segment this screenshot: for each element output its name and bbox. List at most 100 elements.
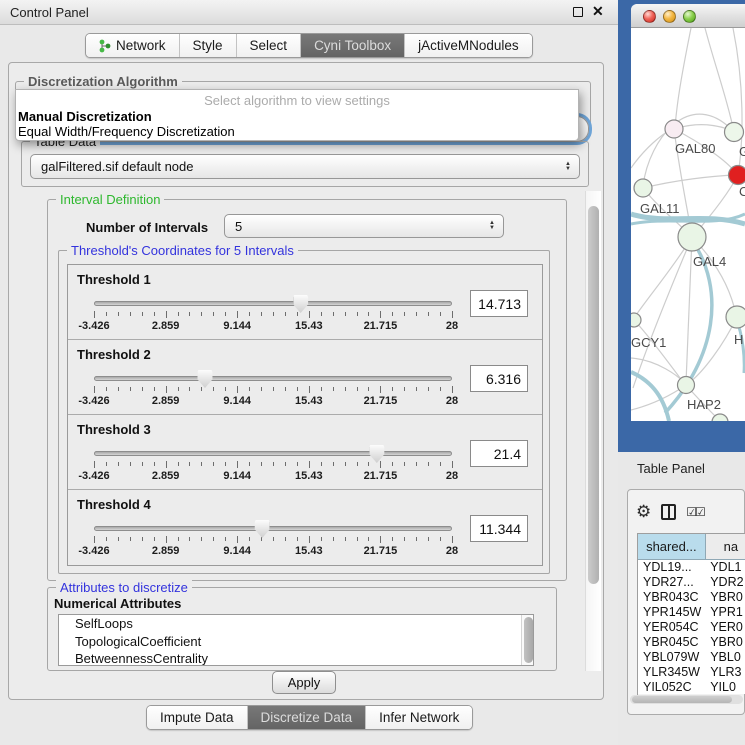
slider-track[interactable] (94, 376, 452, 381)
table-cell[interactable]: YIL0 (705, 679, 745, 694)
table-cell[interactable]: YBR0 (705, 634, 745, 649)
float-window-icon[interactable] (573, 7, 583, 17)
network-icon (99, 39, 111, 53)
tab-discretize-data[interactable]: Discretize Data (248, 706, 367, 729)
tab-select[interactable]: Select (237, 34, 302, 57)
tab-impute-data[interactable]: Impute Data (147, 706, 248, 729)
network-window-titlebar[interactable] (631, 4, 745, 28)
table-row[interactable]: YIL052CYIL0 (638, 679, 745, 694)
table-row[interactable]: YLR345WYLR3 (638, 664, 745, 679)
column-selector-icon[interactable] (661, 504, 676, 520)
tab-network[interactable]: Network (86, 34, 180, 57)
node-label: H (734, 332, 743, 347)
network-canvas[interactable]: GAL80GACGAL11GAL4GCY1HHAP2 (631, 28, 745, 421)
table-row[interactable]: YDR27...YDR2 (638, 574, 745, 589)
table-cell[interactable]: YDR27... (638, 574, 705, 589)
table-cell[interactable]: YLR345W (638, 664, 705, 679)
attribute-list-item[interactable]: TopologicalCoefficient (59, 633, 533, 651)
numerical-attributes-list[interactable]: SelfLoopsTopologicalCoefficientBetweenne… (58, 614, 534, 666)
minimize-traffic-light-icon[interactable] (663, 10, 676, 23)
node-label: GAL11 (640, 201, 680, 216)
close-traffic-light-icon[interactable] (643, 10, 656, 23)
node-label: GAL80 (675, 141, 715, 156)
network-node[interactable] (729, 166, 745, 185)
screenshot-root: Control Panel ✕ Network Style Select Cyn… (0, 0, 745, 745)
group-title: Threshold's Coordinates for 5 Intervals (67, 243, 298, 258)
tab-infer-network[interactable]: Infer Network (366, 706, 472, 729)
table-row[interactable]: YBL079WYBL0 (638, 649, 745, 664)
threshold-value-field[interactable]: 6.316 (470, 365, 528, 392)
table-cell[interactable]: YDL1 (705, 559, 745, 574)
gear-icon[interactable]: ⚙ (636, 504, 651, 520)
table-row[interactable]: YBR043CYBR0 (638, 589, 745, 604)
scrollbar-thumb[interactable] (588, 206, 599, 584)
table-cell[interactable]: YDL19... (638, 559, 705, 574)
threshold-value-field[interactable]: 11.344 (470, 515, 528, 542)
threshold-list: Threshold 1-3.4262.8599.14415.4321.71528… (67, 264, 543, 566)
table-cell[interactable]: YDR2 (705, 574, 745, 589)
scrollbar-thumb[interactable] (632, 696, 732, 703)
table-row[interactable]: YPR145WYPR1 (638, 604, 745, 619)
dropdown-item-manual-discretization[interactable]: Manual Discretization (18, 109, 574, 124)
table-cell[interactable]: YPR145W (638, 604, 705, 619)
slider-track[interactable] (94, 301, 452, 306)
table-cell[interactable]: YBL079W (638, 649, 705, 664)
table-data-combobox[interactable]: galFiltered.sif default node ▲▼ (30, 154, 580, 179)
threshold-row: Threshold 3 -3.4262.8599.14415.4321.71528… (68, 415, 542, 490)
network-node[interactable] (678, 377, 695, 394)
threshold-slider[interactable]: -3.4262.8599.14415.4321.71528 (94, 445, 452, 485)
apply-button[interactable]: Apply (272, 671, 336, 694)
close-icon[interactable]: ✕ (592, 3, 604, 20)
table-cell[interactable]: YLR3 (705, 664, 745, 679)
network-node[interactable] (725, 123, 744, 142)
threshold-row: Threshold 2-3.4262.8599.14415.4321.71528… (68, 340, 542, 415)
attributes-to-discretize-group: Attributes to discretize Numerical Attri… (47, 587, 557, 671)
table-cell[interactable]: YIL052C (638, 679, 705, 694)
threshold-value-field[interactable]: 21.4 (470, 440, 528, 467)
scrollbar-thumb[interactable] (524, 617, 533, 663)
threshold-row: Threshold 1-3.4262.8599.14415.4321.71528… (68, 265, 542, 340)
tab-style[interactable]: Style (180, 34, 237, 57)
threshold-slider[interactable]: -3.4262.8599.14415.4321.71528 (94, 370, 452, 410)
table-cell[interactable]: YER054C (638, 619, 705, 634)
threshold-label: Threshold 3 (77, 422, 151, 437)
dropdown-prompt: Select algorithm to view settings (16, 93, 578, 108)
threshold-slider[interactable]: -3.4262.8599.14415.4321.71528 (94, 520, 452, 560)
threshold-label: Threshold 4 (77, 497, 151, 512)
select-checkboxes-icon[interactable]: ☑☑ (686, 505, 704, 519)
dropdown-item-equal-width-frequency[interactable]: Equal Width/Frequency Discretization (18, 124, 574, 139)
slider-track[interactable] (94, 451, 452, 456)
slider-track[interactable] (94, 526, 452, 531)
attribute-list-item[interactable]: SelfLoops (59, 615, 533, 633)
attribute-list-item[interactable]: BetweennessCentrality (59, 650, 533, 666)
tab-jactivemnodules[interactable]: jActiveMNodules (405, 34, 532, 57)
table-column-header[interactable]: shared... (638, 534, 705, 559)
network-node[interactable] (726, 306, 745, 328)
table-cell[interactable]: YBR0 (705, 589, 745, 604)
network-node[interactable] (665, 120, 683, 138)
number-of-intervals-label: Number of Intervals (86, 220, 208, 235)
table-row[interactable]: YBR045CYBR0 (638, 634, 745, 649)
table-cell[interactable]: YBR043C (638, 589, 705, 604)
node-table[interactable]: shared...na YDL19...YDL1YDR27...YDR2YBR0… (637, 533, 745, 701)
table-cell[interactable]: YBR045C (638, 634, 705, 649)
table-cell[interactable]: YER0 (705, 619, 745, 634)
threshold-slider[interactable]: -3.4262.8599.14415.4321.71528 (94, 295, 452, 335)
network-node[interactable] (634, 179, 652, 197)
tab-cyni-toolbox[interactable]: Cyni Toolbox (301, 34, 405, 57)
table-cell[interactable]: YBL0 (705, 649, 745, 664)
number-of-intervals-combobox[interactable]: 5 ▲▼ (224, 214, 504, 238)
table-cell[interactable]: YPR1 (705, 604, 745, 619)
table-column-header[interactable]: na (705, 534, 745, 559)
table-hscrollbar[interactable] (630, 695, 743, 704)
panel-scrollbar[interactable] (585, 191, 601, 671)
table-toolbar: ⚙ ☑☑ (636, 498, 740, 526)
list-scrollbar[interactable] (521, 615, 533, 665)
table-row[interactable]: YDL19...YDL1 (638, 559, 745, 574)
network-node[interactable] (631, 313, 641, 327)
algorithm-dropdown-popup: Select algorithm to view settings Manual… (15, 89, 579, 141)
threshold-value-field[interactable]: 14.713 (470, 290, 528, 317)
network-node[interactable] (678, 223, 706, 251)
table-row[interactable]: YER054CYER0 (638, 619, 745, 634)
zoom-traffic-light-icon[interactable] (683, 10, 696, 23)
